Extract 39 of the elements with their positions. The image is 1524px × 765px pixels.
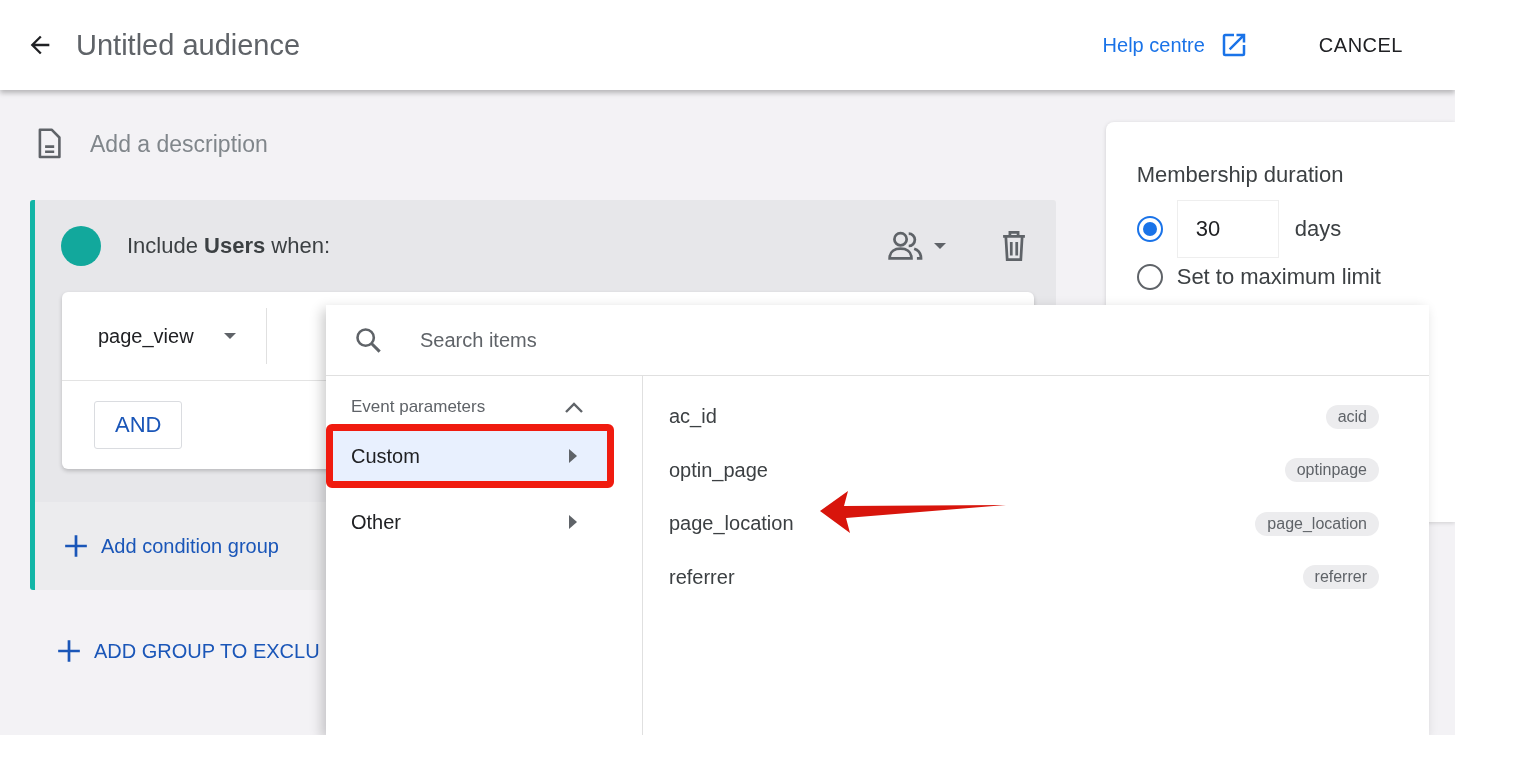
add-condition-group-button[interactable]: Add condition group (63, 533, 279, 559)
parameter-item[interactable]: optin_page (669, 458, 768, 482)
group-dot-icon (61, 226, 101, 266)
caret-icon (569, 449, 577, 463)
document-icon (36, 128, 62, 160)
radio-button[interactable] (1136, 216, 1163, 242)
help-link[interactable]: Help centre (1102, 30, 1249, 60)
category-item[interactable]: Custom (333, 431, 607, 481)
radio-button[interactable] (1136, 264, 1163, 290)
and-button[interactable]: AND (94, 401, 183, 449)
category-item[interactable]: Other (333, 497, 607, 547)
parameter-item[interactable]: page_location (669, 512, 794, 536)
add-exclude-group-button[interactable]: ADD GROUP TO EXCLU (56, 638, 320, 664)
caret-icon (223, 333, 236, 339)
parameter-item[interactable]: ac_id (669, 405, 717, 429)
event-dropdown[interactable]: page_view (98, 324, 236, 348)
section-header[interactable]: Event parameters (326, 392, 642, 422)
parameter-item[interactable]: referrer (669, 565, 735, 589)
unit-label: days (1294, 216, 1342, 242)
plus-icon (56, 638, 82, 664)
parameter-tag: acid (1325, 404, 1379, 429)
description-field[interactable]: Add a description (88, 129, 492, 159)
days-field[interactable]: 30 (1176, 200, 1279, 258)
page-title: Untitled audience (76, 28, 302, 62)
membership-title: Membership duration (1136, 162, 1345, 188)
search-field[interactable]: Search items (418, 327, 1429, 353)
plus-icon (63, 533, 89, 559)
parameter-tag: page_location (1255, 511, 1379, 536)
scope-button[interactable] (887, 231, 946, 261)
group-heading: Include Users when: (127, 233, 332, 259)
option-label: Set to maximum limit (1176, 264, 1381, 290)
caret-icon (569, 515, 577, 529)
cancel-button[interactable]: CANCEL (1312, 32, 1409, 58)
caret-icon (933, 243, 946, 249)
search-icon (354, 326, 382, 354)
chevron-icon (564, 401, 584, 413)
people-icon (887, 231, 924, 261)
parameter-tag: referrer (1302, 565, 1379, 590)
parameter-tag: optinpage (1284, 458, 1379, 483)
